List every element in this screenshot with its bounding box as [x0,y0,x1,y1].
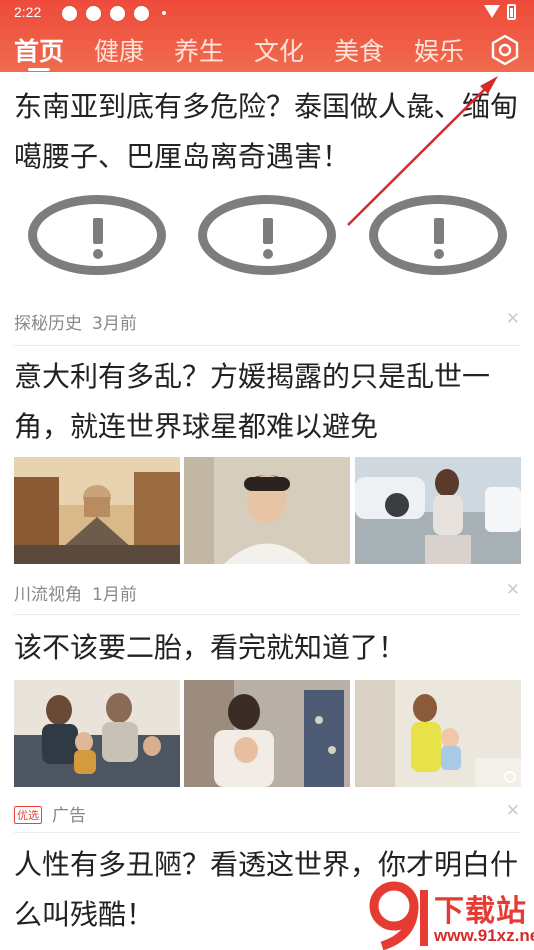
category-tabs: 首页 健康 养生 文化 美食 娱乐 [0,28,534,72]
article-time: 1月前 [92,585,137,605]
active-tab-indicator [28,68,50,71]
tab-entertainment[interactable]: 娱乐 [414,32,464,68]
status-bar: 2:22 [0,0,534,26]
tab-home[interactable]: 首页 [14,32,64,68]
settings-icon[interactable] [489,34,521,66]
street-photo [14,457,180,564]
mother-child-kitchen-photo [355,680,521,787]
app-notification-icon [134,6,149,21]
woman-by-car-photo [355,457,521,564]
family-sofa-photo [14,680,180,787]
image-load-error-icon [198,195,336,275]
dismiss-icon[interactable]: ✕ [506,801,520,821]
image-load-error-icon [369,195,507,275]
article-title[interactable]: 意大利有多乱？方媛揭露的只是乱世一角，就连世界球星都难以避免 [14,352,520,452]
watermark-url: www.91xz.net [434,926,534,945]
watermark: 下载站 www.91xz.net [368,880,534,950]
article-time: 3月前 [92,314,137,334]
divider [14,614,520,615]
app-notification-icon [110,6,125,21]
tab-culture[interactable]: 文化 [254,32,304,68]
top-bar: 2:22 首页 健康 养生 文化 美食 娱乐 [0,0,534,72]
wifi-icon [484,5,500,18]
dismiss-icon[interactable]: ✕ [506,580,520,600]
battery-icon [507,4,516,20]
more-notifications-icon [162,11,166,15]
article-title[interactable]: 该不该要二胎，看完就知道了！ [14,623,520,673]
status-time: 2:22 [14,4,42,20]
article-meta: 川流视角 1月前 [14,580,147,605]
watermark-text: 下载站 [434,894,527,929]
article-meta: 优选 广告 [14,801,96,826]
divider [14,345,520,346]
article-title[interactable]: 东南亚到底有多危险？泰国做人彘、缅甸噶腰子、巴厘岛离奇遇害！ [14,82,520,182]
tab-health[interactable]: 健康 [94,32,144,68]
ad-badge: 优选 [14,806,42,824]
man-portrait-photo [184,457,350,564]
article-source: 川流视角 [14,585,82,605]
mother-baby-photo [184,680,350,787]
divider [14,832,520,833]
ad-label: 广告 [52,806,86,826]
image-load-error-icon [28,195,166,275]
article-source: 探秘历史 [14,314,82,334]
91-logo-icon [369,881,428,950]
tab-food[interactable]: 美食 [334,32,384,68]
app-notification-icon [86,6,101,21]
tab-wellness[interactable]: 养生 [174,32,224,68]
dismiss-icon[interactable]: ✕ [506,309,520,329]
article-meta: 探秘历史 3月前 [14,309,147,334]
app-notification-icon [62,6,77,21]
